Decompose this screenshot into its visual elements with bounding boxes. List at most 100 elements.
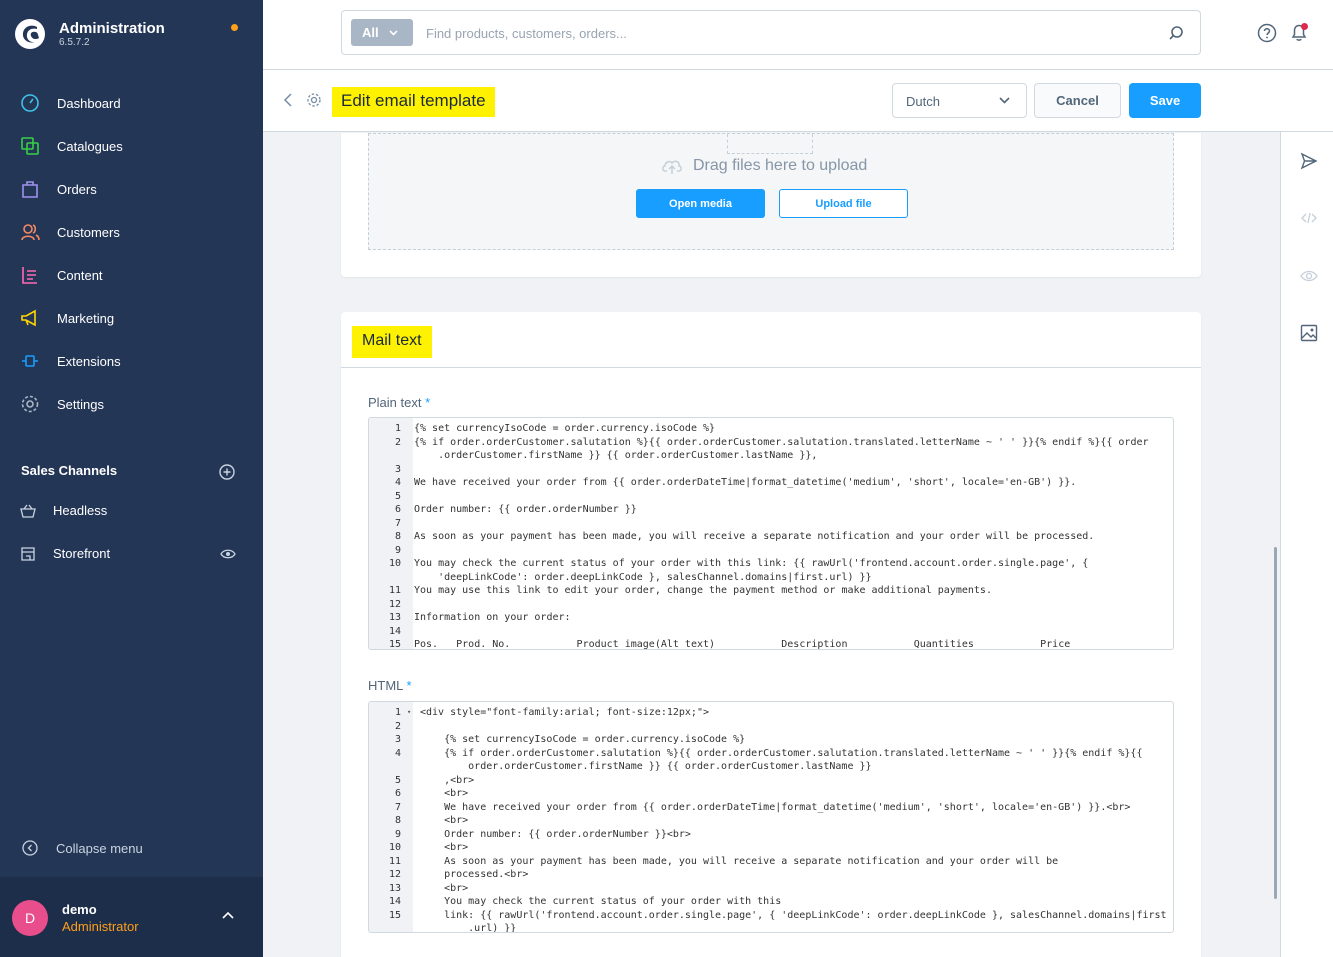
nav-label: Marketing — [57, 310, 115, 326]
storefront-icon — [21, 547, 35, 561]
user-menu[interactable]: D demo Administrator — [0, 877, 263, 957]
code-line: 11 You may use this link to edit your ord… — [369, 584, 1173, 597]
line-number: 5 — [394, 490, 401, 502]
line-number: 7 — [394, 801, 401, 813]
code-text: order.orderCustomer.firstName }} {{ orde… — [420, 761, 872, 772]
cancel-button[interactable]: Cancel — [1034, 83, 1121, 118]
code-text: {% set currencyIsoCode = order.currency.… — [414, 423, 716, 434]
code-text: Order number: {{ order.orderNumber }} — [414, 504, 637, 515]
search-type-select[interactable]: All — [351, 19, 413, 46]
code-line: 10 <br> — [369, 841, 1173, 854]
plain-text-label: Plain text * — [368, 395, 430, 410]
code-line: 8 As soon as your payment has been made, … — [369, 530, 1173, 543]
sidebar: Administration 6.5.7.2 Dashboard Catalog… — [0, 0, 263, 957]
language-select[interactable]: Dutch — [892, 83, 1027, 118]
main-content: Drag files here to upload Open media Upl… — [263, 133, 1280, 957]
line-number: 1 — [394, 423, 401, 434]
label-text: Plain text — [368, 395, 422, 410]
upload-dropzone[interactable]: Drag files here to upload Open media Upl… — [368, 133, 1174, 250]
nav-catalogues[interactable]: Catalogues — [0, 128, 263, 164]
drop-hint: Drag files here to upload — [661, 157, 867, 175]
code-line: 14 You may check the current status of y… — [369, 895, 1173, 908]
gear-icon — [307, 93, 321, 107]
plain-text-editor[interactable]: 1 {% set currencyIsoCode = order.currency… — [368, 417, 1174, 650]
code-line: 11 As soon as your payment has been made… — [369, 855, 1173, 868]
line-number: 14 — [388, 625, 401, 637]
sidebar-actions — [1280, 132, 1333, 957]
avatar: D — [12, 900, 48, 936]
back-icon[interactable] — [283, 92, 293, 108]
nav-label: Customers — [57, 224, 120, 240]
nav-content[interactable]: Content — [0, 257, 263, 293]
code-line: 14 — [369, 625, 1173, 638]
nav-orders[interactable]: Orders — [0, 171, 263, 207]
sales-channel-label: Storefront — [53, 546, 111, 561]
code-line: 2 {% if order.orderCustomer.salutation %}… — [369, 436, 1173, 449]
code-text: <br> — [420, 815, 469, 826]
search-input[interactable] — [426, 23, 1126, 43]
html-editor[interactable]: 1 ▾ <div style="font-family:arial; font-si… — [368, 701, 1174, 933]
code-line: 3 — [369, 463, 1173, 476]
nav-extensions[interactable]: Extensions — [0, 343, 263, 379]
line-number: 6 — [394, 504, 401, 515]
topbar: All — [263, 0, 1333, 70]
global-search: All — [341, 10, 1201, 55]
nav-settings[interactable]: Settings — [0, 386, 263, 422]
content-icon — [22, 267, 37, 284]
sales-channel-storefront[interactable]: Storefront — [0, 539, 263, 569]
smart-bar: Edit email template Dutch Cancel Save — [263, 70, 1333, 132]
chevron-up-icon[interactable] — [222, 911, 234, 919]
code-text: ,<br> — [420, 774, 475, 786]
scrollbar[interactable] — [1274, 547, 1277, 899]
line-number: 4 — [394, 747, 401, 759]
code-line: 13 Information on your order: — [369, 611, 1173, 624]
code-line: .orderCustomer.firstName }} {{ order.ord… — [369, 449, 1173, 462]
eye-icon[interactable] — [1300, 267, 1318, 285]
code-text: link: {{ rawUrl('frontend.account.order.… — [420, 909, 1167, 921]
line-number: 2 — [394, 436, 401, 448]
code-text: {% if order.orderCustomer.salutation %}{… — [414, 436, 1149, 448]
save-button[interactable]: Save — [1129, 83, 1201, 118]
nav-marketing[interactable]: Marketing — [0, 300, 263, 336]
nav-dashboard[interactable]: Dashboard — [0, 85, 263, 121]
send-icon[interactable] — [1300, 152, 1318, 170]
code-line: 15 link: {{ rawUrl('frontend.account.ord… — [369, 909, 1173, 922]
add-sales-channel-icon[interactable] — [219, 464, 235, 480]
line-number: 10 — [388, 842, 401, 853]
line-number: 8 — [394, 815, 401, 826]
help-icon[interactable] — [1257, 23, 1277, 43]
app-version: 6.5.7.2 — [59, 37, 90, 48]
orders-icon — [22, 181, 38, 198]
search-icon[interactable] — [1168, 25, 1184, 41]
page-title: Edit email template — [332, 87, 495, 117]
line-number: 4 — [394, 477, 401, 488]
nav-label: Extensions — [57, 353, 121, 369]
code-text: We have received your order from {{ orde… — [420, 801, 1131, 813]
upload-file-button[interactable]: Upload file — [779, 189, 908, 218]
notification-badge — [1301, 23, 1308, 30]
eye-icon[interactable] — [220, 548, 236, 560]
code-line: 1 {% set currencyIsoCode = order.currency… — [369, 422, 1173, 435]
chevron-down-icon — [389, 29, 398, 36]
code-text: .orderCustomer.firstName }} {{ order.ord… — [414, 450, 818, 461]
app-title: Administration — [59, 20, 165, 37]
code-line: 7 — [369, 517, 1173, 530]
code-line: 4 We have received your order from {{ ord… — [369, 476, 1173, 489]
code-line: order.orderCustomer.firstName }} {{ orde… — [369, 760, 1173, 773]
code-text: <br> — [420, 842, 469, 853]
code-icon[interactable] — [1300, 209, 1318, 227]
image-icon[interactable] — [1300, 324, 1318, 342]
card-header: Mail text — [341, 312, 1201, 368]
code-text: 'deepLinkCode': order.deepLinkCode }, sa… — [414, 571, 872, 583]
shopware-logo-icon[interactable] — [14, 18, 46, 50]
nav-customers[interactable]: Customers — [0, 214, 263, 250]
collapse-menu-button[interactable]: Collapse menu — [22, 840, 143, 856]
line-number: 10 — [388, 558, 401, 569]
customers-icon — [21, 224, 40, 241]
nav-label: Catalogues — [57, 138, 123, 154]
fold-toggle-icon[interactable]: ▾ — [407, 706, 411, 719]
mail-text-card: Mail text Plain text * 1 {% set currencyI… — [341, 312, 1201, 957]
sales-channel-headless[interactable]: Headless — [0, 496, 263, 526]
open-media-button[interactable]: Open media — [636, 189, 765, 218]
line-number: 7 — [394, 517, 401, 529]
